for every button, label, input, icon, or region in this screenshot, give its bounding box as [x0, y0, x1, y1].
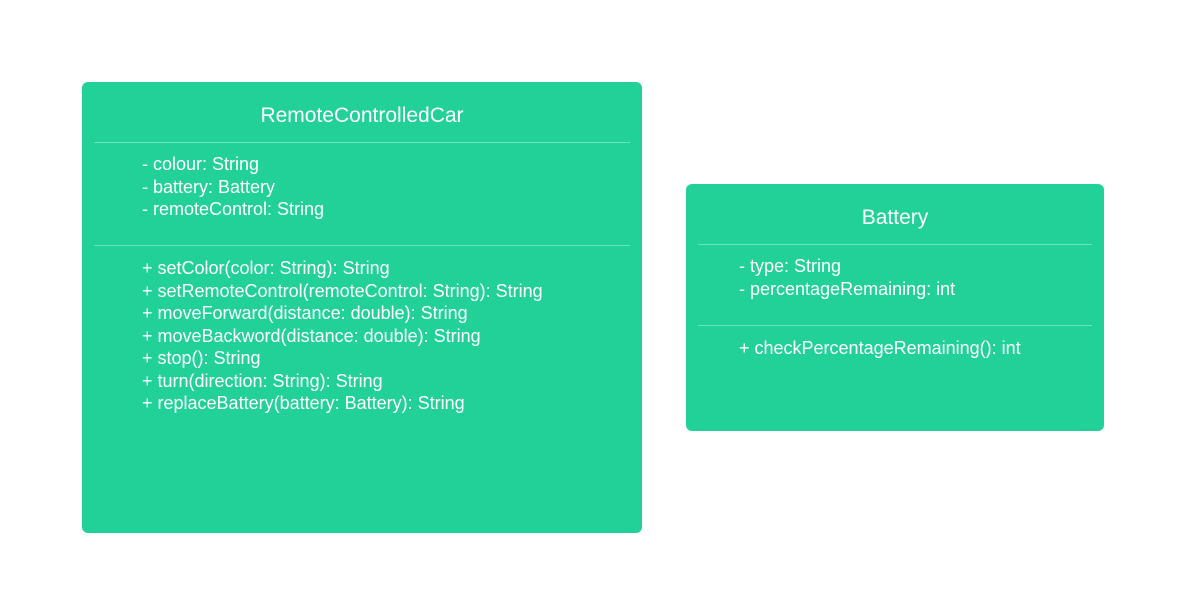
attribute-percentage-remaining: - percentageRemaining: int: [739, 278, 956, 299]
class-name: RemoteControlledCar: [260, 104, 464, 127]
operation-set-remote-control: + setRemoteControl(remoteControl: String…: [142, 280, 543, 301]
attribute-list: - colour: String - battery: Battery - re…: [82, 143, 642, 245]
attribute-remote-control: - remoteControl: String: [142, 199, 325, 219]
operation-move-forward: + moveForward(distance: double): String: [142, 303, 468, 323]
operation-turn: + turn(direction: String): String: [142, 370, 383, 391]
operation-move-backword: + moveBackword(distance: double): String: [142, 325, 481, 346]
operation-list: + setColor(color: String): String + setR…: [82, 246, 642, 415]
operation-check-percentage-remaining: + checkPercentageRemaining(): int: [739, 338, 1021, 358]
attribute-type: - type: String: [739, 256, 842, 276]
operation-set-color: + setColor(color: String): String: [142, 258, 390, 278]
attribute-colour: - colour: String: [142, 154, 260, 174]
class-battery[interactable]: Battery - type: String - percentageRemai…: [686, 184, 1104, 431]
class-remote-controlled-car[interactable]: RemoteControlledCar - colour: String - b…: [82, 82, 642, 533]
diagram-canvas: RemoteControlledCar - colour: String - b…: [0, 0, 1186, 615]
class-name: Battery: [861, 206, 929, 229]
attribute-battery: - battery: Battery: [142, 176, 276, 197]
operation-list: + checkPercentageRemaining(): int: [686, 326, 1104, 360]
attribute-list: - type: String - percentageRemaining: in…: [686, 245, 1104, 325]
operation-replace-battery: + replaceBattery(battery: Battery): Stri…: [142, 393, 465, 413]
operation-stop: + stop(): String: [142, 348, 261, 368]
